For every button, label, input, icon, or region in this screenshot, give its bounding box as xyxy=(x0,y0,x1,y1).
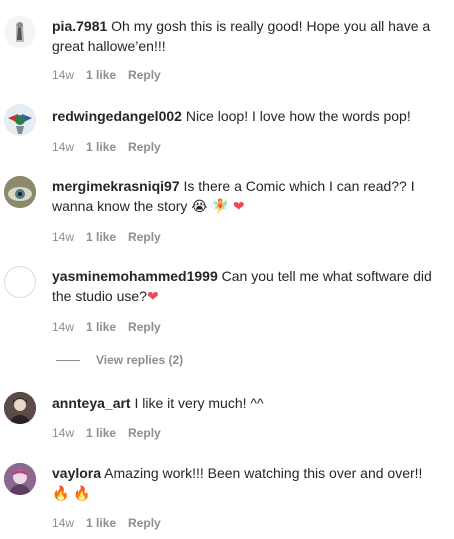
comment-body: Amazing work!!! Been watching this over … xyxy=(104,465,423,481)
view-replies-button[interactable]: View replies (2) xyxy=(56,352,183,368)
comment-username[interactable]: mergimekrasniqi97 xyxy=(52,178,180,194)
comment-body: Nice loop! I love how the words pop! xyxy=(185,108,411,124)
comment-body: Oh my gosh this is really good! Hope you… xyxy=(52,18,431,54)
heart-emoji-icon: ❤ xyxy=(146,289,159,305)
avatar[interactable] xyxy=(4,104,36,136)
comment-likes[interactable]: 1 like xyxy=(86,67,116,83)
comment-likes[interactable]: 1 like xyxy=(86,425,116,441)
comment-time[interactable]: 14w xyxy=(52,229,74,245)
comment-body: I like it very much! ^^ xyxy=(134,395,264,411)
comment-meta: 14w 1 like Reply xyxy=(52,67,161,83)
comment-time[interactable]: 14w xyxy=(52,139,74,155)
replies-divider-line xyxy=(56,359,80,361)
comment-username[interactable]: pia.7981 xyxy=(52,18,107,34)
comment-likes[interactable]: 1 like xyxy=(86,515,116,531)
avatar[interactable] xyxy=(4,266,36,298)
comment-text: yasminemohammed1999 Can you tell me what… xyxy=(52,266,440,307)
comment-likes[interactable]: 1 like xyxy=(86,139,116,155)
fire-emoji-icon: 🔥 xyxy=(52,486,70,502)
crying-face-emoji-icon: 😭 xyxy=(191,199,208,215)
comment-meta: 14w 1 like Reply xyxy=(52,139,161,155)
comment-text: annteya_art I like it very much! ^^ xyxy=(52,393,440,413)
avatar[interactable] xyxy=(4,463,36,495)
comment-text: mergimekrasniqi97 Is there a Comic which… xyxy=(52,176,440,217)
comment-text: pia.7981 Oh my gosh this is really good!… xyxy=(52,16,440,56)
avatar[interactable] xyxy=(4,16,36,48)
comment-meta: 14w 1 like Reply xyxy=(52,229,161,245)
comment-text: vaylora Amazing work!!! Been watching th… xyxy=(52,463,440,504)
comment-username[interactable]: redwingedangel002 xyxy=(52,108,182,124)
heart-emoji-icon: ❤ xyxy=(232,199,245,215)
reply-button[interactable]: Reply xyxy=(128,67,161,83)
view-replies-label: View replies (2) xyxy=(96,353,184,367)
comment-time[interactable]: 14w xyxy=(52,515,74,531)
comment-likes[interactable]: 1 like xyxy=(86,319,116,335)
comment-time[interactable]: 14w xyxy=(52,425,74,441)
comment-time[interactable]: 14w xyxy=(52,67,74,83)
reply-button[interactable]: Reply xyxy=(128,139,161,155)
comment-meta: 14w 1 like Reply xyxy=(52,425,161,441)
comment-text: redwingedangel002 Nice loop! I love how … xyxy=(52,106,440,126)
comment-likes[interactable]: 1 like xyxy=(86,229,116,245)
reply-button[interactable]: Reply xyxy=(128,515,161,531)
comment-username[interactable]: yasminemohammed1999 xyxy=(52,268,218,284)
avatar[interactable] xyxy=(4,392,36,424)
reply-button[interactable]: Reply xyxy=(128,425,161,441)
comment-username[interactable]: annteya_art xyxy=(52,395,131,411)
comment-time[interactable]: 14w xyxy=(52,319,74,335)
reply-button[interactable]: Reply xyxy=(128,319,161,335)
comment-meta: 14w 1 like Reply xyxy=(52,515,161,531)
reply-button[interactable]: Reply xyxy=(128,229,161,245)
comment-meta: 14w 1 like Reply xyxy=(52,319,161,335)
fairy-emoji-icon: 🧚 xyxy=(211,199,229,215)
avatar[interactable] xyxy=(4,176,36,208)
comment-username[interactable]: vaylora xyxy=(52,465,101,481)
fire-emoji-icon: 🔥 xyxy=(73,486,91,502)
